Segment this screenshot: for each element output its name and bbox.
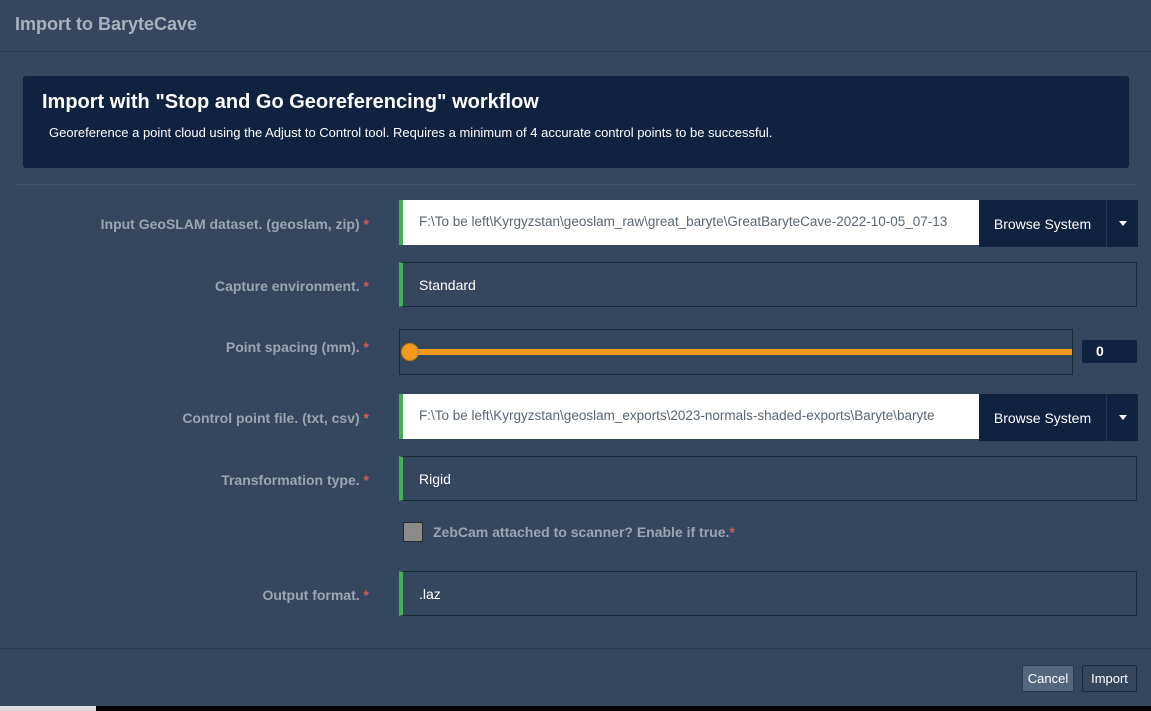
dialog-titlebar: Import to BaryteCave: [0, 0, 1151, 52]
zebcam-label: ZebCam attached to scanner? Enable if tr…: [433, 524, 735, 540]
output-format-label-text: Output format.: [262, 587, 360, 603]
workflow-description: Georeference a point cloud using the Adj…: [49, 125, 773, 140]
point-spacing-label: Point spacing (mm). *: [226, 339, 369, 355]
zebcam-checkbox[interactable]: [403, 522, 423, 542]
transformation-type-value: Rigid: [419, 471, 451, 487]
control-point-file-field[interactable]: F:\To be left\Kyrgyzstan\geoslam_exports…: [399, 394, 979, 439]
transformation-type-select[interactable]: Rigid: [399, 456, 1137, 501]
input-dataset-value: F:\To be left\Kyrgyzstan\geoslam_raw\gre…: [419, 214, 948, 229]
required-marker: *: [363, 472, 369, 488]
workflow-banner: Import with "Stop and Go Georeferencing"…: [23, 76, 1129, 168]
cancel-button[interactable]: Cancel: [1022, 665, 1074, 692]
input-dataset-field[interactable]: F:\To be left\Kyrgyzstan\geoslam_raw\gre…: [399, 200, 979, 245]
output-format-label: Output format. *: [262, 587, 369, 603]
control-point-file-value: F:\To be left\Kyrgyzstan\geoslam_exports…: [419, 408, 935, 423]
control-point-browse-button[interactable]: Browse System: [979, 394, 1106, 441]
required-marker: *: [363, 587, 369, 603]
output-format-value: .laz: [419, 586, 441, 602]
required-marker: *: [363, 278, 369, 294]
capture-environment-label: Capture environment. *: [215, 278, 369, 294]
required-marker: *: [363, 410, 369, 426]
caret-down-icon: [1118, 221, 1127, 226]
control-point-browse-dropdown[interactable]: [1106, 394, 1138, 441]
input-dataset-label-text: Input GeoSLAM dataset. (geoslam, zip): [100, 216, 360, 232]
slider-thumb[interactable]: [401, 343, 419, 361]
footer-divider: [0, 648, 1151, 649]
zebcam-label-text: ZebCam attached to scanner? Enable if tr…: [433, 524, 730, 540]
point-spacing-label-text: Point spacing (mm).: [225, 339, 360, 355]
output-format-select[interactable]: .laz: [399, 571, 1137, 616]
control-point-file-label-text: Control point file. (txt, csv): [182, 410, 360, 426]
taskbar-highlight: [0, 706, 96, 711]
taskbar-strip: [0, 706, 1151, 711]
import-button[interactable]: Import: [1082, 665, 1137, 692]
capture-environment-select[interactable]: Standard: [399, 262, 1137, 307]
transformation-type-label-text: Transformation type.: [221, 472, 360, 488]
slider-track[interactable]: [410, 349, 1072, 355]
input-dataset-browse-dropdown[interactable]: [1106, 200, 1138, 247]
divider: [15, 184, 1136, 185]
workflow-heading: Import with "Stop and Go Georeferencing"…: [42, 91, 539, 113]
required-marker: *: [363, 216, 369, 232]
capture-environment-value: Standard: [419, 277, 476, 293]
caret-down-icon: [1118, 415, 1127, 420]
control-point-file-label: Control point file. (txt, csv) *: [182, 410, 369, 426]
transformation-type-label: Transformation type. *: [221, 472, 369, 488]
required-marker: *: [363, 339, 369, 355]
dialog-title: Import to BaryteCave: [15, 14, 198, 34]
point-spacing-slider[interactable]: [399, 329, 1073, 375]
required-marker: *: [729, 524, 735, 540]
point-spacing-value[interactable]: 0: [1082, 340, 1137, 363]
input-dataset-browse-button[interactable]: Browse System: [979, 200, 1106, 247]
input-dataset-label: Input GeoSLAM dataset. (geoslam, zip) *: [101, 216, 369, 232]
capture-environment-label-text: Capture environment.: [214, 278, 360, 294]
